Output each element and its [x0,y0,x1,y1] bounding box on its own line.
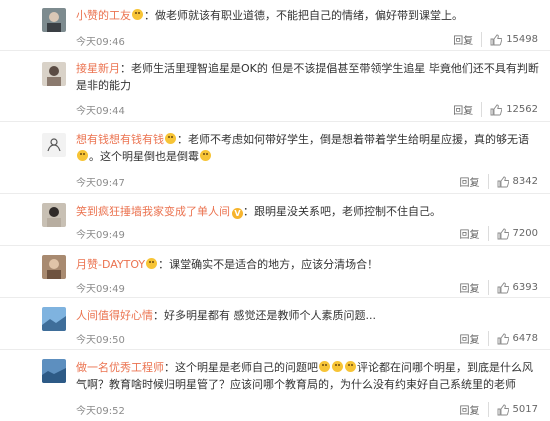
avatar[interactable] [42,62,66,86]
avatar[interactable] [42,255,66,279]
username-link[interactable]: 做一名优秀工程师 [76,361,164,374]
comment-actions: 回复 6478 [460,331,538,346]
avatar[interactable] [42,133,66,157]
emoji-icon [200,150,211,161]
like-button[interactable]: 5017 [497,404,538,416]
v-badge-icon: V [232,208,243,219]
comment-actions: 回复 12562 [453,102,538,117]
like-count: 7200 [512,228,538,239]
emoji-icon [132,9,143,20]
comment-item: 小赞的工友 ：做老师就该有职业道德，不能把自己的情绪，偏好带到课堂上。 今天09:… [0,0,550,51]
comment-body: 人间值得好心情：好多明星都有 感觉还是教师个人素质问题... [76,307,540,324]
username-link[interactable]: 小赞的工友 [76,9,131,22]
comment-body: 小赞的工友 ：做老师就该有职业道德，不能把自己的情绪，偏好带到课堂上。 [76,7,540,24]
comment-actions: 回复 6393 [460,280,538,295]
timestamp: 今天09:46 [76,37,125,48]
timestamp: 今天09:52 [76,406,125,417]
emoji-icon [319,361,330,372]
thumbs-up-icon [497,228,509,239]
comment-body: 想有钱想有钱有钱 ：老师不考虑如何带好学生，倒是想着带着学生给明星应援，真的够无语… [76,131,540,165]
timestamp: 今天09:44 [76,106,125,117]
username-link[interactable]: 月赞-DAYTOY [76,258,145,271]
comment-text: ：老师不考虑如何带好学生，倒是想着带着学生给明星应援，真的够无语 [177,133,529,146]
comment-text: ：课堂确实不是适合的地方，应该分清场合！ [158,258,379,271]
comment-list: 小赞的工友 ：做老师就该有职业道德，不能把自己的情绪，偏好带到课堂上。 今天09:… [0,0,550,417]
comment-text: ：好多明星都有 感觉还是教师个人素质问题... [153,309,376,322]
comment-actions: 回复 7200 [460,226,538,241]
username-link[interactable]: 人间值得好心情 [76,309,153,322]
thumbs-up-icon [490,34,503,45]
comment-body: 接星新月：老师生活里理智追星是OK的 但是不该提倡甚至带领学生追星 毕竟他们还不… [76,60,540,94]
comment-item: 月赞-DAYTOY ：课堂确实不是适合的地方，应该分清场合！ 今天09:49 回复… [0,247,550,298]
like-count: 12562 [506,104,538,115]
comment-body: 笑到疯狂捶墙我家变成了单人间 V ：跟明星没关系吧，老师控制不住自己。 [76,203,540,220]
comment-text: ：做老师就该有职业道德，不能把自己的情绪，偏好带到课堂上。 [144,9,463,22]
emoji-icon [146,258,158,269]
reply-button[interactable]: 回复 [460,226,489,241]
reply-button[interactable]: 回复 [453,102,483,117]
reply-button[interactable]: 回复 [460,174,489,189]
like-count: 6393 [512,282,538,293]
comment-actions: 回复 5017 [460,402,538,417]
timestamp: 今天09:49 [76,230,125,241]
comment-item: 人间值得好心情：好多明星都有 感觉还是教师个人素质问题... 今天09:50 回… [0,299,550,350]
avatar[interactable] [42,307,66,331]
like-count: 5017 [512,404,538,415]
username-link[interactable]: 想有钱想有钱有钱 [76,133,164,146]
thumbs-up-icon [497,176,509,187]
like-button[interactable]: 12562 [490,104,538,116]
reply-button[interactable]: 回复 [453,32,483,47]
like-button[interactable]: 6478 [497,333,538,345]
username-link[interactable]: 接星新月 [76,62,120,75]
comment-text-continued: 。这个明星倒也是倒霉 [89,150,199,163]
comment-item: 接星新月：老师生活里理智追星是OK的 但是不该提倡甚至带领学生追星 毕竟他们还不… [0,52,550,122]
emoji-icon [165,133,176,144]
emoji-icon [77,150,88,161]
avatar[interactable] [42,8,66,32]
like-button[interactable]: 8342 [497,176,538,188]
thumbs-up-icon [497,333,509,344]
like-button[interactable]: 15498 [490,34,538,46]
thumbs-up-icon [497,404,509,415]
like-button[interactable]: 7200 [497,228,538,240]
emoji-icon [332,361,343,372]
like-count: 6478 [512,333,538,344]
comment-item: 想有钱想有钱有钱 ：老师不考虑如何带好学生，倒是想着带着学生给明星应援，真的够无语… [0,123,550,194]
reply-button[interactable]: 回复 [460,402,489,417]
comment-text: ：这个明星是老师自己的问题吧 [164,361,318,374]
timestamp: 今天09:47 [76,178,125,189]
thumbs-up-icon [497,282,509,293]
emoji-icon [345,361,356,372]
like-button[interactable]: 6393 [497,282,538,294]
avatar[interactable] [42,203,66,227]
comment-actions: 回复 15498 [453,32,538,47]
timestamp: 今天09:50 [76,335,125,346]
reply-button[interactable]: 回复 [460,331,489,346]
reply-button[interactable]: 回复 [460,280,489,295]
comment-item: 笑到疯狂捶墙我家变成了单人间 V ：跟明星没关系吧，老师控制不住自己。 今天09:4… [0,195,550,246]
thumbs-up-icon [490,104,503,115]
timestamp: 今天09:49 [76,284,125,295]
username-link[interactable]: 笑到疯狂捶墙我家变成了单人间 [76,205,230,218]
comment-body: 月赞-DAYTOY ：课堂确实不是适合的地方，应该分清场合！ [76,256,540,273]
like-count: 8342 [512,176,538,187]
comment-item: 做一名优秀工程师：这个明星是老师自己的问题吧 评论都在问哪个明星，到底是什么风气啊… [0,351,550,421]
comment-text: ：老师生活里理智追星是OK的 但是不该提倡甚至带领学生追星 毕竟他们还不具有判断… [76,62,539,92]
comment-text: ：跟明星没关系吧，老师控制不住自己。 [243,205,441,218]
like-count: 15498 [506,34,538,45]
avatar[interactable] [42,359,66,383]
comment-actions: 回复 8342 [460,174,538,189]
comment-body: 做一名优秀工程师：这个明星是老师自己的问题吧 评论都在问哪个明星，到底是什么风气啊… [76,359,540,393]
